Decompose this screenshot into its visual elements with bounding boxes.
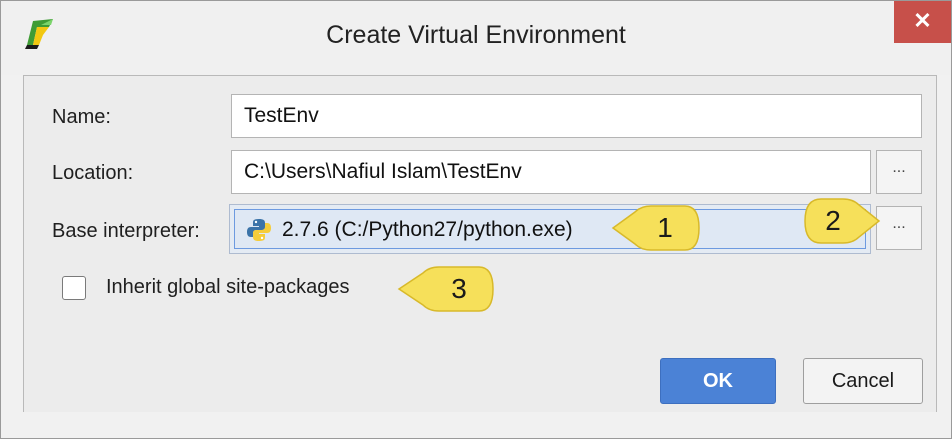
location-field[interactable]: C:\Users\Nafiul Islam\TestEnv [231, 150, 871, 194]
dialog-window: Create Virtual Environment ✕ Name: TestE… [0, 0, 952, 439]
callout-2: 2 [801, 193, 881, 249]
inherit-checkbox[interactable] [62, 276, 86, 300]
interpreter-value: 2.7.6 (C:/Python27/python.exe) [282, 218, 573, 241]
interpreter-combo[interactable]: 2.7.6 (C:/Python27/python.exe) [229, 204, 871, 254]
callout-1: 1 [611, 200, 703, 256]
location-browse-button[interactable]: ... [876, 150, 922, 194]
close-button[interactable]: ✕ [894, 1, 951, 43]
callout-1-number: 1 [657, 212, 673, 243]
callout-2-number: 2 [825, 205, 841, 236]
interpreter-label: Base interpreter: [52, 220, 200, 242]
callout-3-number: 3 [451, 273, 467, 304]
location-label: Location: [52, 162, 134, 184]
cancel-button[interactable]: Cancel [803, 358, 923, 404]
name-label: Name: [52, 106, 111, 128]
name-field[interactable]: TestEnv [231, 94, 922, 138]
dialog-content: Name: TestEnv Location: C:\Users\Nafiul … [23, 75, 937, 412]
callout-3: 3 [397, 261, 497, 317]
dialog-title: Create Virtual Environment [326, 21, 626, 49]
inherit-label: Inherit global site-packages [106, 276, 350, 298]
interpreter-browse-button[interactable]: ... [876, 206, 922, 250]
python-icon [247, 219, 271, 241]
title-bar: Create Virtual Environment ✕ [1, 1, 951, 75]
ok-button[interactable]: OK [660, 358, 776, 404]
location-field-value: C:\Users\Nafiul Islam\TestEnv [244, 160, 522, 183]
name-field-value: TestEnv [244, 104, 319, 127]
